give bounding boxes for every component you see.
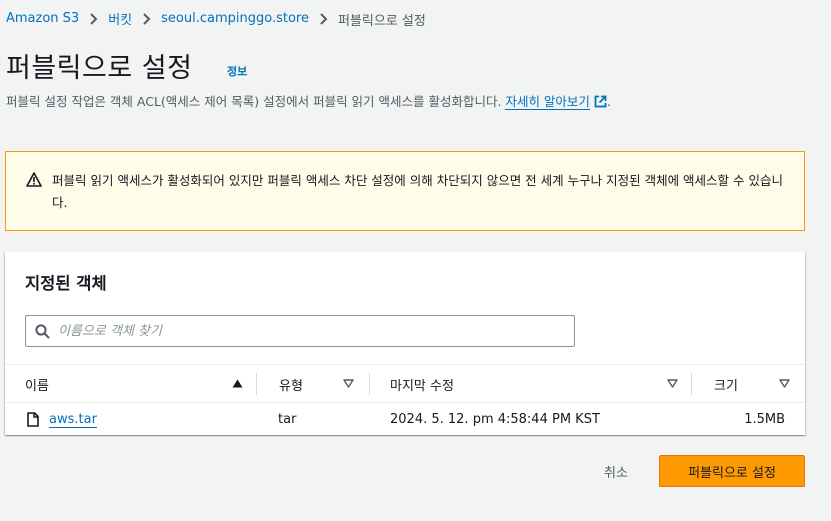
object-name-link[interactable]: aws.tar [49,412,97,428]
table-header: 이름 유형 마지막 수정 크기 [5,365,805,403]
breadcrumb-bucket-name[interactable]: seoul.campinggo.store [161,11,309,27]
chevron-right-icon [89,13,98,25]
chevron-right-icon [319,13,328,25]
table-row: aws.tar tar 2024. 5. 12. pm 4:58:44 PM K… [5,403,805,436]
warning-icon [26,172,42,230]
search-box [25,315,575,347]
breadcrumb-current: 퍼블릭으로 설정 [337,13,426,29]
cancel-button[interactable]: 취소 [588,455,644,487]
column-header-last-modified[interactable]: 마지막 수정 [370,365,692,403]
column-header-type[interactable]: 유형 [257,365,370,403]
chevron-right-icon [142,13,151,25]
cell-size: 1.5MB [744,412,785,427]
objects-table: 이름 유형 마지막 수정 크기 aws.tar tar 2024. 5. 12.… [5,364,805,436]
page-title: 퍼블릭으로 설정 [6,53,193,84]
panel-title: 지정된 객체 [25,274,107,293]
breadcrumb-amazon-s3[interactable]: Amazon S3 [6,11,79,27]
warning-text: 퍼블릭 읽기 액세스가 활성화되어 있지만 퍼블릭 액세스 차단 설정에 의해 … [52,173,783,210]
search-input[interactable] [58,323,538,339]
sort-ascending-icon[interactable] [232,379,243,388]
learn-more-link[interactable]: 자세히 알아보기 [505,94,590,110]
column-header-size[interactable]: 크기 [692,365,805,403]
search-icon [35,323,50,339]
cell-type: tar [278,412,297,427]
file-icon [27,412,39,427]
page-description: 퍼블릭 설정 작업은 객체 ACL(액세스 제어 목록) 설정에서 퍼블릭 읽기… [6,91,611,111]
breadcrumb-buckets[interactable]: 버킷 [108,9,132,29]
sort-icon[interactable] [343,379,354,388]
breadcrumb: Amazon S3 버킷 seoul.campinggo.store 퍼블릭으로… [6,9,426,29]
make-public-button[interactable]: 퍼블릭으로 설정 [659,455,805,487]
external-link-icon[interactable] [594,95,607,111]
specified-objects-panel: 지정된 객체 이름 유형 마지막 수정 [5,252,805,435]
warning-alert: 퍼블릭 읽기 액세스가 활성화되어 있지만 퍼블릭 액세스 차단 설정에 의해 … [5,151,805,231]
cell-last-modified: 2024. 5. 12. pm 4:58:44 PM KST [390,412,600,427]
sort-icon[interactable] [779,379,790,388]
sort-icon[interactable] [667,379,678,388]
column-header-name[interactable]: 이름 [5,365,257,403]
description-text: 퍼블릭 설정 작업은 객체 ACL(액세스 제어 목록) 설정에서 퍼블릭 읽기… [6,94,502,109]
info-link[interactable]: 정보 [227,63,247,79]
description-period: . [606,94,611,109]
cell-name: aws.tar [27,403,97,436]
